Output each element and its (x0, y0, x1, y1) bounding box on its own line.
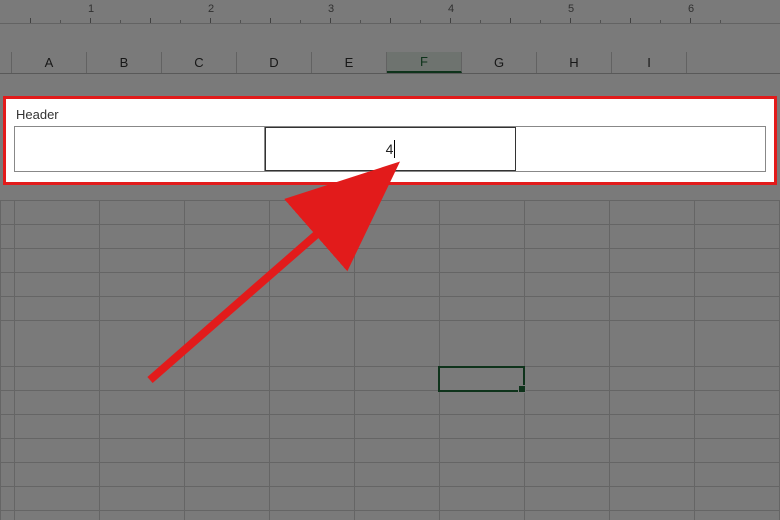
column-header-B[interactable]: B (87, 52, 162, 73)
ruler-number: 5 (568, 3, 574, 15)
header-right-section[interactable] (516, 127, 765, 171)
header-label: Header (16, 107, 766, 122)
column-header-E[interactable]: E (312, 52, 387, 73)
column-header-A[interactable]: A (12, 52, 87, 73)
select-all-corner[interactable] (0, 52, 12, 73)
column-header-D[interactable]: D (237, 52, 312, 73)
ruler-number: 3 (328, 3, 334, 15)
column-header-C[interactable]: C (162, 52, 237, 73)
active-cell-F7[interactable] (439, 367, 524, 391)
spreadsheet-grid[interactable] (0, 200, 780, 520)
horizontal-ruler: 1 2 3 4 5 6 (0, 0, 780, 24)
header-sections: 4 (14, 126, 766, 172)
text-cursor (394, 140, 395, 158)
header-editor-highlight: Header 4 (3, 96, 777, 185)
ruler-number: 1 (88, 3, 94, 15)
ruler-number: 6 (688, 3, 694, 15)
header-center-text: 4 (386, 141, 394, 157)
column-header-I[interactable]: I (612, 52, 687, 73)
column-headers: A B C D E F G H I (0, 52, 780, 74)
ruler-number: 2 (208, 3, 214, 15)
column-header-F[interactable]: F (387, 52, 462, 73)
ruler-number: 4 (448, 3, 454, 15)
column-header-H[interactable]: H (537, 52, 612, 73)
column-header-G[interactable]: G (462, 52, 537, 73)
header-center-section[interactable]: 4 (265, 127, 516, 171)
header-left-section[interactable] (15, 127, 265, 171)
